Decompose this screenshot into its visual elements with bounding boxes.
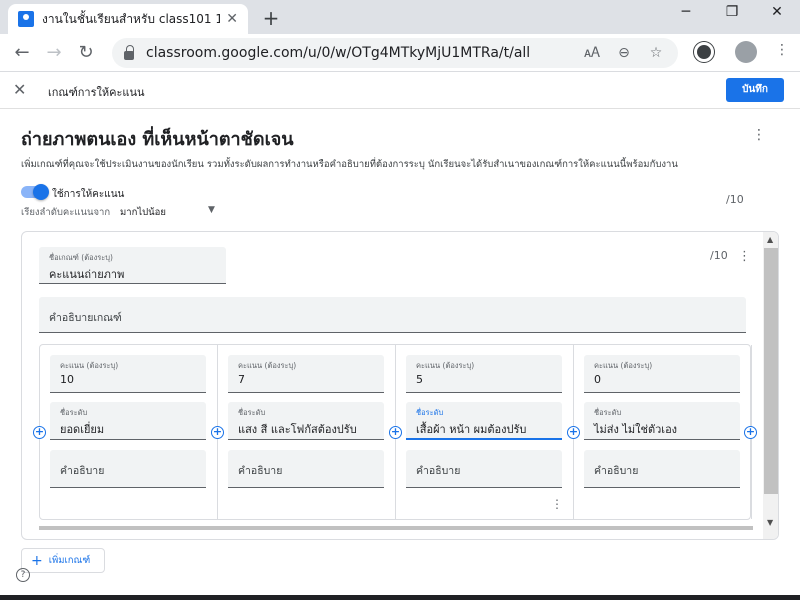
scroll-up-icon[interactable]: ▲ [767,235,773,244]
criterion-description-field[interactable]: คำอธิบายเกณฑ์ [39,297,746,333]
lock-icon [124,44,134,60]
browser-tab[interactable]: งานในชั้นเรียนสำหรับ class101 101 ✕ [8,4,248,34]
level-points-field[interactable]: คะแนน (ต้องระบุ) 0 [584,355,740,393]
level-name-value[interactable]: ยอดเยี่ยม [60,420,104,438]
level-points-value[interactable]: 5 [416,373,423,386]
criterion-more-icon[interactable]: ⋮ [738,249,751,264]
field-label: ชื่อเกณฑ์ (ต้องระบุ) [49,253,113,262]
close-icon[interactable]: ✕ [13,80,26,99]
add-level-icon[interactable]: + [567,426,580,439]
add-level-icon[interactable]: + [744,426,757,439]
window-maximize-button[interactable]: ❐ [712,4,752,26]
forward-icon[interactable]: → [42,42,66,64]
levels-row: คะแนน (ต้องระบุ) 10 ชื่อระดับ ยอดเยี่ยม … [33,344,757,520]
level-points-value[interactable]: 10 [60,373,74,386]
field-label: คะแนน (ต้องระบุ) [416,361,475,370]
field-placeholder: คำอธิบายเกณฑ์ [49,312,122,324]
field-placeholder: คำอธิบาย [238,465,283,477]
translate-icon[interactable]: 🗚 [582,45,602,61]
tab-close-icon[interactable]: ✕ [226,11,238,27]
level-column: คะแนน (ต้องระบุ) 10 ชื่อระดับ ยอดเยี่ยม … [40,345,218,519]
field-label: ชื่อระดับ [238,408,266,417]
level-points-value[interactable]: 7 [238,373,245,386]
field-placeholder: คำอธิบาย [594,465,639,477]
add-level-icon[interactable]: + [211,426,224,439]
level-description-field[interactable]: คำอธิบาย [406,450,562,488]
criterion-card: ชื่อเกณฑ์ (ต้องระบุ) คะแนนถ่ายภาพ /10 ⋮ … [21,231,779,540]
back-icon[interactable]: ← [10,42,34,64]
address-bar[interactable]: classroom.google.com/u/0/w/OTg4MTkyMjU1M… [112,38,678,68]
classroom-favicon-icon [18,11,34,27]
add-criterion-button[interactable]: + เพิ่มเกณฑ์ [21,548,105,573]
toggle-knob [33,184,49,200]
criterion-points: /10 [710,249,728,262]
browser-tab-title: งานในชั้นเรียนสำหรับ class101 101 [42,11,221,26]
use-scoring-label: ใช้การให้คะแนน [52,189,125,200]
plus-icon: + [31,552,43,569]
sort-select[interactable]: มากไปน้อย [120,205,166,220]
criterion-name-value[interactable]: คะแนนถ่ายภาพ [49,265,124,283]
level-name-value[interactable]: แสง สี และโฟกัสต้องปรับ [238,420,357,438]
url-text[interactable]: classroom.google.com/u/0/w/OTg4MTkyMjU1M… [146,45,570,61]
level-name-field[interactable]: ชื่อระดับ ไม่ส่ง ไม่ใช่ตัวเอง [584,402,740,440]
scroll-down-icon[interactable]: ▼ [767,518,773,527]
reload-icon[interactable]: ↻ [74,42,98,64]
criterion-name-field[interactable]: ชื่อเกณฑ์ (ต้องระบุ) คะแนนถ่ายภาพ [39,247,226,284]
field-label: คะแนน (ต้องระบุ) [60,361,119,370]
level-column: คะแนน (ต้องระบุ) 0 ชื่อระดับ ไม่ส่ง ไม่ใ… [574,345,752,519]
vertical-scrollbar[interactable]: ▲ ▼ [763,232,778,539]
level-more-icon[interactable]: ⋮ [551,497,563,511]
horizontal-scrollbar[interactable] [39,526,753,530]
total-points: /10 [726,193,744,206]
level-name-field[interactable]: ชื่อระดับ แสง สี และโฟกัสต้องปรับ [228,402,384,440]
scrollbar-thumb[interactable] [764,248,778,494]
level-points-field[interactable]: คะแนน (ต้องระบุ) 5 [406,355,562,393]
taskbar-edge [0,595,800,600]
field-label: คะแนน (ต้องระบุ) [238,361,297,370]
level-name-field[interactable]: ชื่อระดับ ยอดเยี่ยม [50,402,206,440]
rubric-description: เพิ่มเกณฑ์ที่คุณจะใช้ประเมินงานของนักเรี… [21,159,678,170]
level-name-value[interactable]: ไม่ส่ง ไม่ใช่ตัวเอง [594,420,677,438]
field-label: คะแนน (ต้องระบุ) [594,361,653,370]
browser-menu-icon[interactable]: ⋮ [770,42,794,64]
window-close-button[interactable]: ✕ [757,4,797,26]
field-placeholder: คำอธิบาย [416,465,461,477]
window-minimize-button[interactable]: ─ [666,4,706,26]
level-points-field[interactable]: คะแนน (ต้องระบุ) 7 [228,355,384,393]
field-label: ชื่อระดับ [416,408,444,417]
add-criterion-label: เพิ่มเกณฑ์ [48,555,91,566]
rubric-more-icon[interactable]: ⋮ [752,127,766,143]
rubric-header: ✕ เกณฑ์การให้คะแนน บันทึก [0,72,800,109]
level-description-field[interactable]: คำอธิบาย [50,450,206,488]
rubric-title: ถ่ายภาพตนเอง ที่เห็นหน้าตาชัดเจน [21,129,294,150]
level-column: คะแนน (ต้องระบุ) 5 ชื่อระดับ เสื้อผ้า หน… [396,345,574,519]
level-points-value[interactable]: 0 [594,373,601,386]
header-title: เกณฑ์การให้คะแนน [48,86,145,99]
level-description-field[interactable]: คำอธิบาย [228,450,384,488]
dropdown-arrow-icon[interactable]: ▼ [208,205,215,215]
help-icon[interactable]: ? [16,568,30,582]
profile-avatar[interactable] [735,41,757,63]
zoom-icon[interactable]: ⊖ [614,45,634,61]
level-name-value[interactable]: เสื้อผ้า หน้า ผมต้องปรับ [416,420,526,438]
field-placeholder: คำอธิบาย [60,465,105,477]
level-name-field[interactable]: ชื่อระดับ เสื้อผ้า หน้า ผมต้องปรับ [406,402,562,440]
field-label: ชื่อระดับ [594,408,622,417]
save-button[interactable]: บันทึก [726,78,784,102]
browser-tab-strip: งานในชั้นเรียนสำหรับ class101 101 ✕ + ─ … [0,0,800,34]
field-label: ชื่อระดับ [60,408,88,417]
level-column: คะแนน (ต้องระบุ) 7 ชื่อระดับ แสง สี และโ… [218,345,396,519]
browser-toolbar: ← → ↻ classroom.google.com/u/0/w/OTg4MTk… [0,34,800,72]
new-tab-button[interactable]: + [260,6,282,30]
level-points-field[interactable]: คะแนน (ต้องระบุ) 10 [50,355,206,393]
sort-label: เรียงลำดับคะแนนจาก [21,207,111,218]
rubric-editor: ถ่ายภาพตนเอง ที่เห็นหน้าตาชัดเจน ⋮ เพิ่ม… [0,109,800,600]
use-scoring-toggle[interactable] [21,184,49,200]
bookmark-star-icon[interactable]: ☆ [646,45,666,61]
add-level-icon[interactable]: + [33,426,46,439]
add-level-icon[interactable]: + [389,426,402,439]
extension-icon[interactable] [694,42,714,62]
level-description-field[interactable]: คำอธิบาย [584,450,740,488]
